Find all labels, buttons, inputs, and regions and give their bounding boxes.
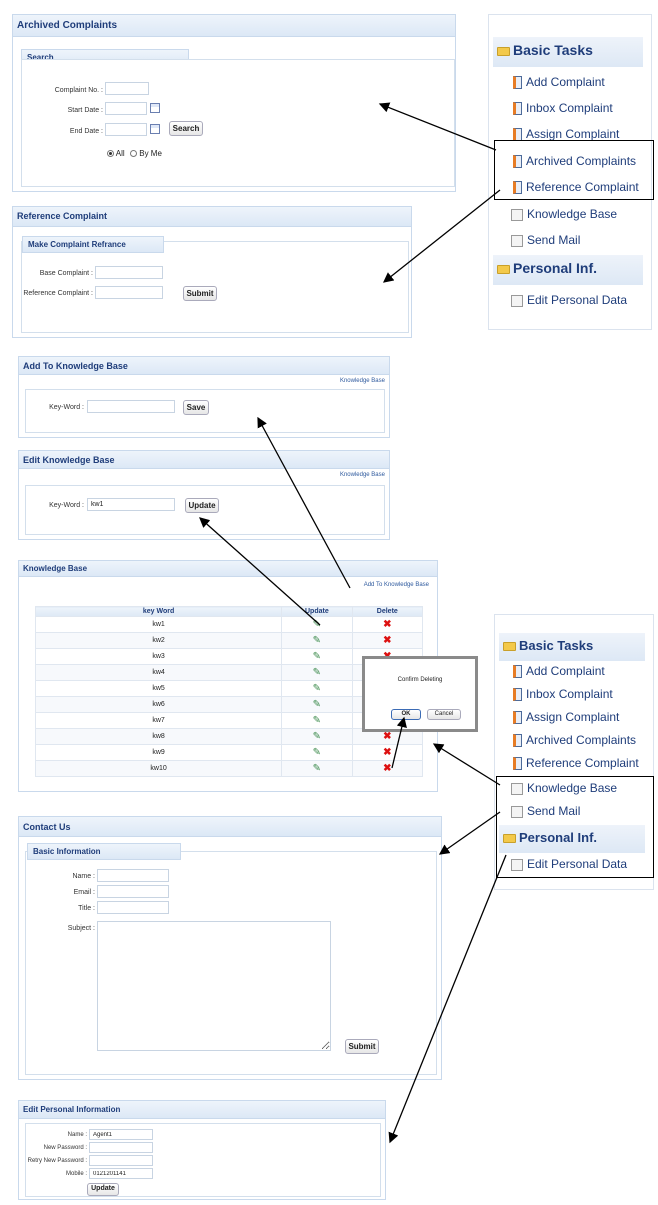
arrow xyxy=(391,716,407,769)
arrow xyxy=(388,854,507,1144)
arrow xyxy=(199,517,321,626)
arrow xyxy=(257,416,351,589)
arrow xyxy=(378,102,497,151)
arrow xyxy=(432,743,501,786)
annotation-arrows xyxy=(199,102,507,1144)
arrow xyxy=(382,189,501,283)
arrow xyxy=(438,811,501,855)
